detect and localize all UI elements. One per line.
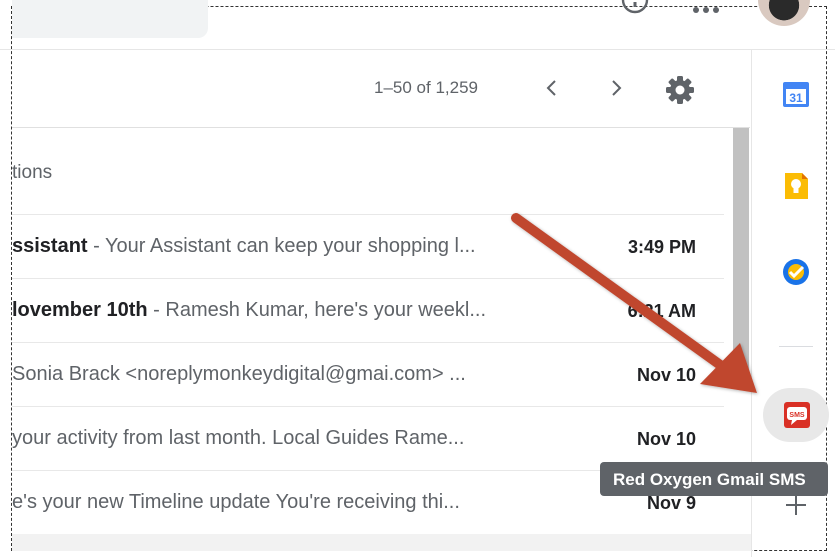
email-time: Nov 10	[636, 429, 696, 449]
email-snippet: your activity from last month. Local Gui…	[12, 427, 465, 449]
email-time: 3:49 PM	[627, 237, 696, 257]
email-row-text: Sonia Brack <noreplymonkeydigital@gmai.c…	[12, 363, 572, 386]
calendar-icon[interactable]: 31	[782, 80, 810, 108]
apps-grid-icon[interactable]	[690, 4, 722, 16]
tasks-icon[interactable]	[782, 258, 810, 286]
sms-icon: SMS	[784, 402, 810, 428]
email-snippet: - Ramesh Kumar, here's your weekl...	[147, 299, 486, 321]
email-row[interactable]: Sonia Brack <noreplymonkeydigital@gmai.c…	[12, 342, 724, 406]
email-snippet: e's your new Timeline update You're rece…	[12, 491, 460, 513]
gear-icon[interactable]	[664, 74, 696, 106]
calendar-number: 31	[789, 91, 803, 105]
email-time: Nov 9	[646, 493, 696, 513]
search-input[interactable]	[12, 0, 208, 38]
email-time: 6:21 AM	[627, 301, 696, 321]
red-oxygen-sms-button[interactable]: SMS	[763, 388, 829, 442]
email-row-text: your activity from last month. Local Gui…	[12, 427, 572, 450]
mail-toolbar: 1–50 of 1,259	[12, 50, 750, 128]
email-row-text: ssistant - Your Assistant can keep your …	[12, 235, 572, 258]
email-snippet: - Your Assistant can keep your shopping …	[87, 235, 476, 257]
help-icon[interactable]	[620, 0, 650, 14]
email-row-text: lovember 10th - Ramesh Kumar, here's you…	[12, 299, 572, 322]
top-bar	[0, 0, 835, 50]
section-label: tions	[12, 162, 53, 183]
side-panel-separator	[779, 346, 813, 347]
email-snippet: Sonia Brack <noreplymonkeydigital@gmai.c…	[12, 363, 466, 385]
sms-tooltip: Red Oxygen Gmail SMS	[600, 462, 828, 496]
keep-icon[interactable]	[782, 172, 810, 200]
list-footer	[12, 534, 752, 551]
avatar[interactable]	[758, 0, 810, 26]
email-time: Nov 10	[636, 365, 696, 385]
sms-icon-label: SMS	[789, 412, 805, 419]
email-row[interactable]: your activity from last month. Local Gui…	[12, 406, 724, 470]
email-sender: ssistant	[12, 235, 88, 257]
pagination-range: 1–50 of 1,259	[374, 78, 478, 97]
chevron-right-icon[interactable]	[604, 76, 628, 100]
email-row[interactable]: lovember 10th - Ramesh Kumar, here's you…	[12, 278, 724, 342]
plus-icon[interactable]	[783, 492, 809, 518]
email-row-text: e's your new Timeline update You're rece…	[12, 491, 572, 514]
chevron-left-icon[interactable]	[540, 76, 564, 100]
email-subject: lovember 10th	[12, 299, 148, 321]
scrollbar-thumb[interactable]	[733, 128, 749, 374]
email-row[interactable]: ssistant - Your Assistant can keep your …	[12, 214, 724, 278]
